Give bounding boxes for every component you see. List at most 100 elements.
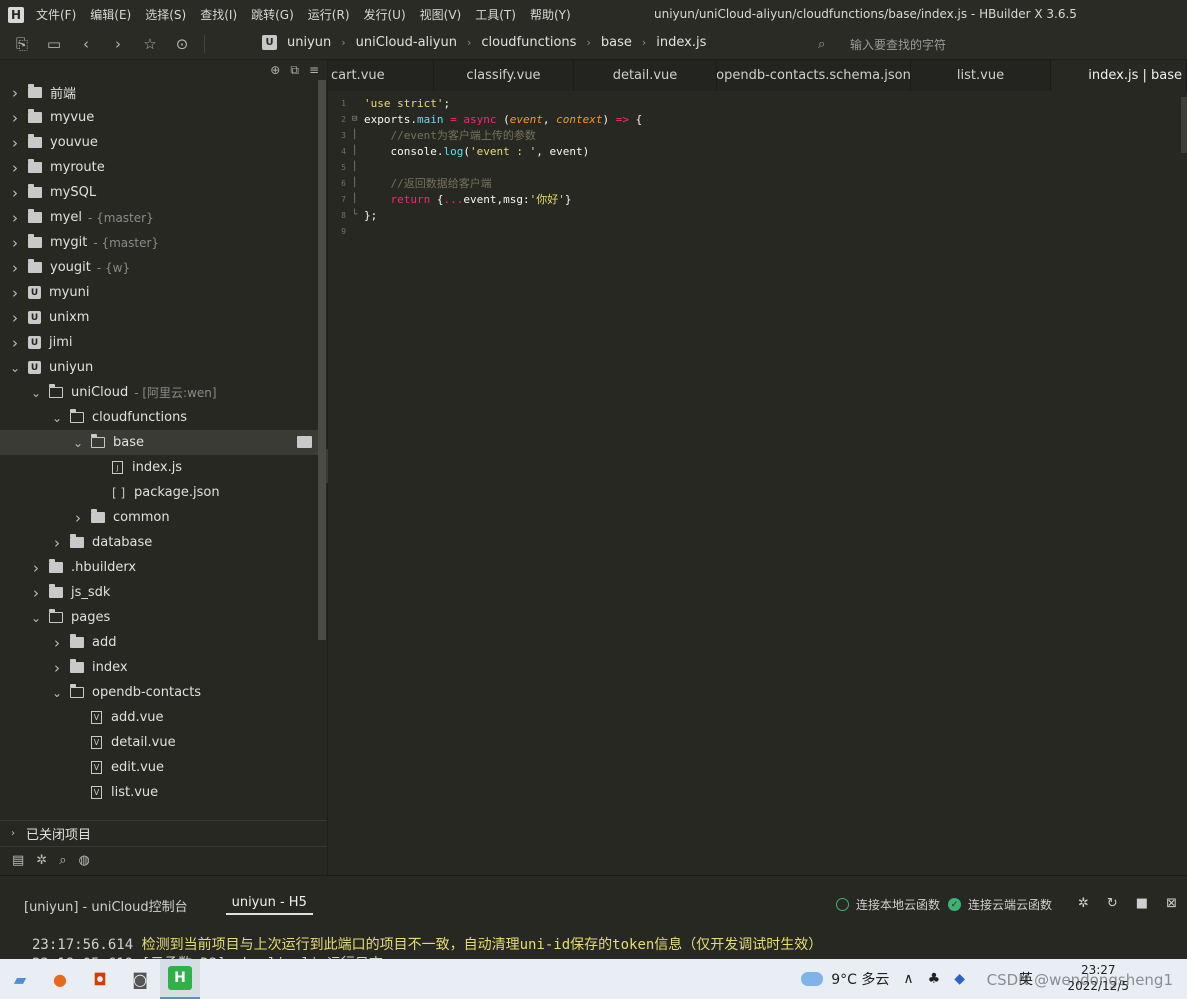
taskbar-app-explorer-icon[interactable]: ▰ bbox=[0, 959, 40, 999]
menu-run[interactable]: 运行(R) bbox=[308, 6, 350, 23]
tree-item[interactable]: › database bbox=[0, 530, 318, 555]
plugins-icon[interactable]: ◍ bbox=[78, 853, 89, 868]
breadcrumb-item[interactable]: base bbox=[601, 35, 632, 50]
taskbar-app-hbuilderx[interactable]: H bbox=[160, 959, 200, 999]
new-file-icon[interactable]: ⎘ bbox=[12, 34, 32, 54]
tree-item[interactable]: › myel - {master} bbox=[0, 205, 318, 230]
tree-item[interactable]: Vedit.vue bbox=[0, 755, 318, 780]
breadcrumb-item[interactable]: uniyun bbox=[287, 35, 331, 50]
tree-item[interactable]: ⌄ cloudfunctions bbox=[0, 405, 318, 430]
back-icon[interactable]: ‹ bbox=[76, 34, 96, 54]
tree-item[interactable]: › Uunixm bbox=[0, 305, 318, 330]
tree-item[interactable]: › yougit - {w} bbox=[0, 255, 318, 280]
tree-item[interactable]: ⌄ pages bbox=[0, 605, 318, 630]
line-number: 1 bbox=[341, 98, 346, 108]
tree-item[interactable]: Vadd.vue bbox=[0, 705, 318, 730]
tree-item[interactable]: ⌄ uniCloud - [阿里云:wen] bbox=[0, 380, 318, 405]
tree-item[interactable]: › mygit - {master} bbox=[0, 230, 318, 255]
closed-projects-row[interactable]: › 已关闭项目 bbox=[0, 820, 327, 845]
tree-item[interactable]: › myvue bbox=[0, 105, 318, 130]
editor-tab[interactable]: classify.vue bbox=[434, 60, 574, 91]
chevron-up-icon[interactable]: ∧ bbox=[903, 971, 913, 987]
tree-item[interactable]: ⌄ opendb-contacts bbox=[0, 680, 318, 705]
menu-edit[interactable]: 编辑(E) bbox=[90, 6, 131, 23]
tree-item[interactable]: › add bbox=[0, 630, 318, 655]
folder-open-icon bbox=[48, 609, 63, 623]
fold-gutter: │ bbox=[352, 130, 358, 140]
open-folder-icon[interactable] bbox=[297, 436, 312, 448]
explorer-scrollbar[interactable] bbox=[318, 80, 326, 640]
qq-icon[interactable]: ♣ bbox=[928, 971, 941, 987]
tree-item[interactable]: [ ] package.json bbox=[0, 480, 318, 505]
editor-tab[interactable]: cart.vue bbox=[328, 60, 434, 91]
menu-goto[interactable]: 跳转(G) bbox=[251, 6, 294, 23]
debug-bug-icon[interactable]: ✲ bbox=[36, 853, 47, 868]
menu-help[interactable]: 帮助(Y) bbox=[530, 6, 571, 23]
clear-console-icon[interactable]: ⊠ bbox=[1166, 896, 1177, 911]
connect-local-cloud-option[interactable]: 连接本地云函数 bbox=[836, 896, 940, 913]
debug-icon[interactable]: ✲ bbox=[1078, 896, 1089, 911]
tree-item[interactable]: Vdetail.vue bbox=[0, 730, 318, 755]
tree-item[interactable]: › youvue bbox=[0, 130, 318, 155]
editor-tab[interactable]: opendb-contacts.schema.json bbox=[717, 60, 911, 91]
locate-icon[interactable]: ⊕ bbox=[270, 63, 280, 78]
run-icon[interactable]: ⊙ bbox=[172, 34, 192, 54]
taskbar-app-firefox-icon[interactable]: ● bbox=[40, 959, 80, 999]
collapse-all-icon[interactable]: ⧉ bbox=[290, 63, 299, 78]
editor-tab[interactable]: index.js | base bbox=[1051, 60, 1187, 91]
tree-item-label: myvue bbox=[50, 110, 95, 125]
weather-text[interactable]: 9°C 多云 bbox=[831, 969, 889, 989]
menu-select[interactable]: 选择(S) bbox=[145, 6, 186, 23]
chevron-down-icon: ⌄ bbox=[30, 385, 42, 400]
menu-icon[interactable]: ≡ bbox=[309, 63, 319, 78]
tree-item[interactable]: ⌄ base bbox=[0, 430, 318, 455]
tab-uniyun-h5[interactable]: uniyun - H5 bbox=[225, 895, 313, 915]
shield-icon[interactable]: ◆ bbox=[954, 971, 965, 987]
save-icon[interactable]: ▭ bbox=[44, 34, 64, 54]
tree-item[interactable]: › .hbuilderx bbox=[0, 555, 318, 580]
minimap[interactable] bbox=[1181, 97, 1187, 153]
tree-item[interactable]: Jindex.js bbox=[0, 455, 318, 480]
menu-view[interactable]: 视图(V) bbox=[420, 6, 462, 23]
tree-item-label: .hbuilderx bbox=[71, 560, 137, 575]
breadcrumb-item[interactable]: uniCloud-aliyun bbox=[356, 35, 457, 50]
project-manager-icon[interactable]: ▤ bbox=[12, 853, 24, 868]
tree-item[interactable]: › js_sdk bbox=[0, 580, 318, 605]
favorite-star-icon[interactable]: ☆ bbox=[140, 34, 160, 54]
fold-toggle-icon[interactable]: ⊟ bbox=[352, 114, 362, 124]
chevron-right-icon: › bbox=[33, 558, 39, 577]
search-files-icon[interactable]: ⌕ bbox=[59, 853, 66, 868]
forward-icon[interactable]: › bbox=[108, 34, 128, 54]
menu-publish[interactable]: 发行(U) bbox=[364, 6, 406, 23]
tree-item[interactable]: › Ujimi bbox=[0, 330, 318, 355]
taskbar-app-office-icon[interactable]: ◘ bbox=[80, 959, 120, 999]
tree-item[interactable]: › 前端 bbox=[0, 80, 318, 105]
code-token: async bbox=[463, 112, 497, 126]
menu-find[interactable]: 查找(I) bbox=[200, 6, 237, 23]
editor-tab[interactable]: list.vue bbox=[911, 60, 1051, 91]
menu-tools[interactable]: 工具(T) bbox=[475, 6, 516, 23]
search-box[interactable]: ⌕ 输入要查找的字符 bbox=[818, 36, 946, 53]
tree-item[interactable]: › mySQL bbox=[0, 180, 318, 205]
taskbar-app-avatar-icon[interactable]: ◙ bbox=[120, 959, 160, 999]
breadcrumb-item[interactable]: index.js bbox=[656, 35, 706, 50]
breadcrumb-separator-icon: › bbox=[641, 36, 647, 49]
search-input[interactable]: 输入要查找的字符 bbox=[850, 36, 946, 53]
stop-icon[interactable]: ■ bbox=[1136, 896, 1148, 911]
tree-item[interactable]: ⌄ Uuniyun bbox=[0, 355, 318, 380]
restart-icon[interactable]: ↻ bbox=[1107, 896, 1118, 911]
tree-item[interactable]: › Umyuni bbox=[0, 280, 318, 305]
breadcrumb-item[interactable]: cloudfunctions bbox=[481, 35, 576, 50]
code-token: main bbox=[416, 112, 444, 126]
tree-item[interactable]: › myroute bbox=[0, 155, 318, 180]
connect-remote-cloud-option[interactable]: ✓ 连接云端云函数 bbox=[948, 896, 1052, 913]
tree-item[interactable]: › common bbox=[0, 505, 318, 530]
tree-item[interactable]: › index bbox=[0, 655, 318, 680]
code-editor[interactable]: 1'use strict'; 2 ⊟ exports. main = async (ev… bbox=[328, 91, 1187, 875]
menu-file[interactable]: 文件(F) bbox=[36, 6, 76, 23]
tree-item[interactable]: Vlist.vue bbox=[0, 780, 318, 805]
log-message: 检测到当前项目与上次运行到此端口的项目不一致，自动清理uni-id保存的toke… bbox=[141, 937, 823, 953]
editor-tab[interactable]: detail.vue bbox=[574, 60, 717, 91]
code-line: 6 │ //返回数据给客户端 bbox=[328, 175, 642, 191]
tab-unicloud-console[interactable]: [uniyun] - uniCloud控制台 bbox=[24, 896, 188, 915]
